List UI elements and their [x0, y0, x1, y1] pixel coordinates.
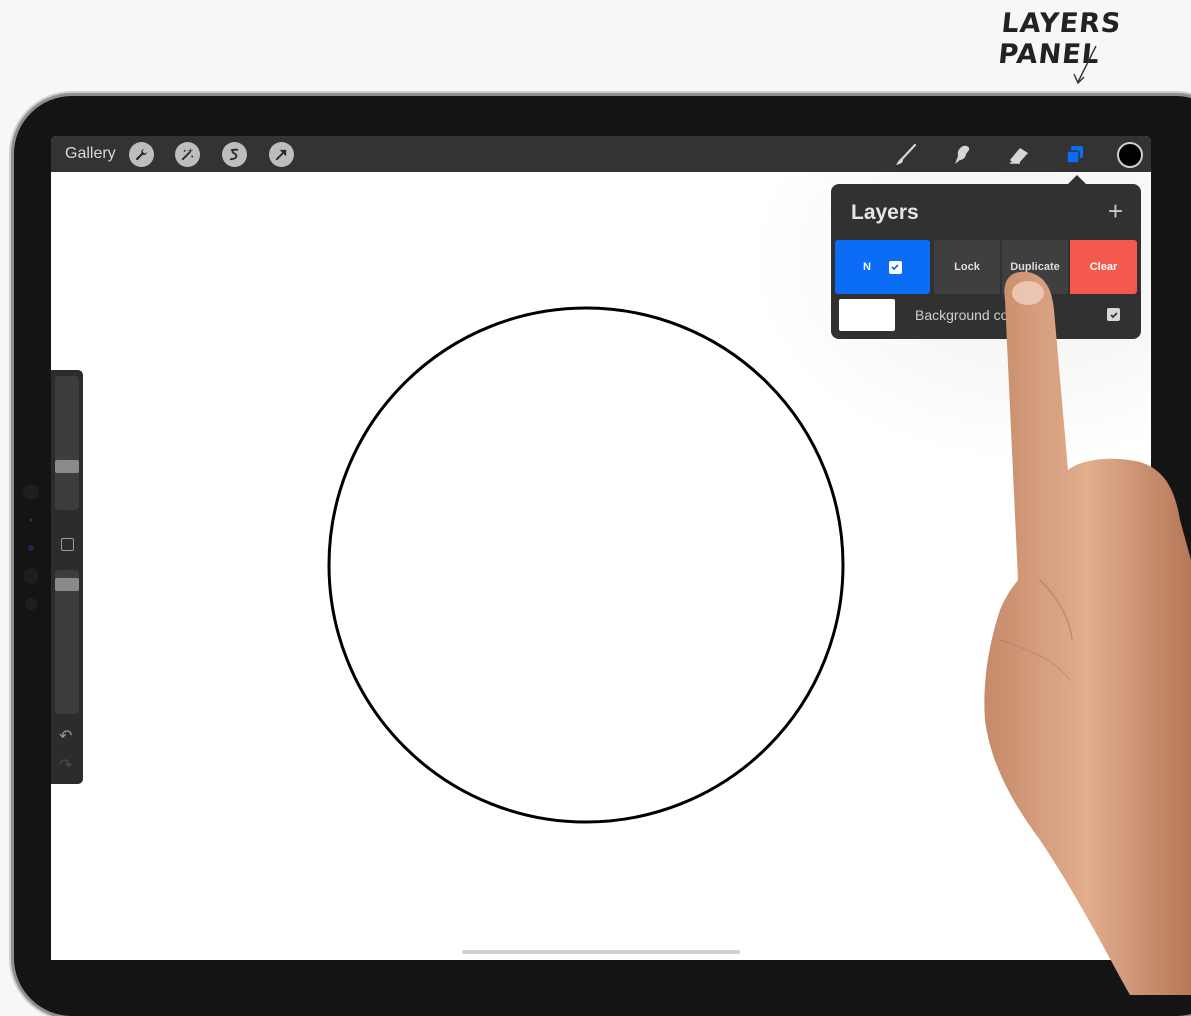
pointing-hand — [984, 271, 1191, 995]
